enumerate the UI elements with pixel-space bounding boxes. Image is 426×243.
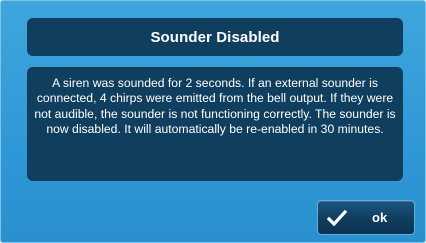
checkmark-icon bbox=[326, 208, 348, 228]
dialog-screen: Sounder Disabled A siren was sounded for… bbox=[0, 0, 426, 243]
dialog-title: Sounder Disabled bbox=[150, 28, 280, 46]
message-panel: A siren was sounded for 2 seconds. If an… bbox=[27, 67, 403, 181]
dialog-title-bar: Sounder Disabled bbox=[27, 18, 403, 56]
ok-button[interactable]: ok bbox=[317, 200, 415, 235]
ok-button-label: ok bbox=[372, 210, 388, 225]
dialog-message: A siren was sounded for 2 seconds. If an… bbox=[34, 76, 396, 137]
